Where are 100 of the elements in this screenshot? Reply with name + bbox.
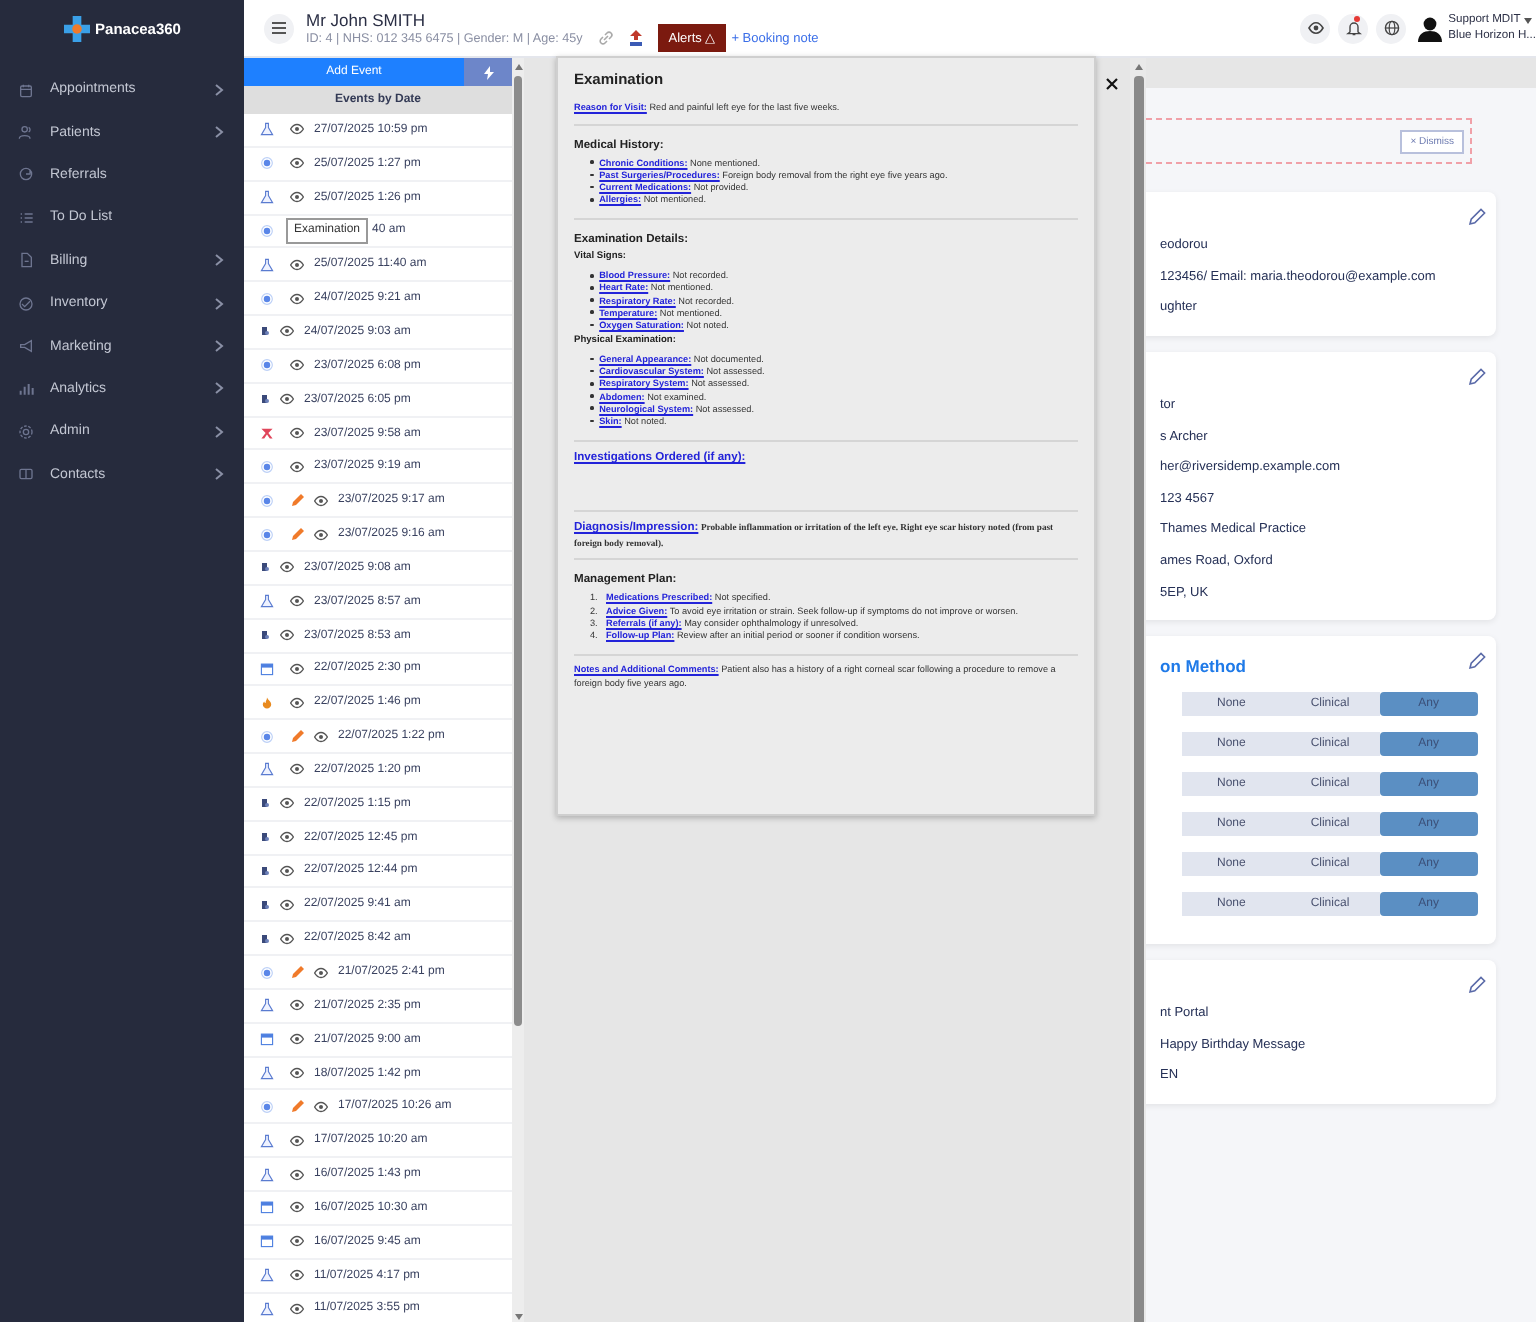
flask-icon bbox=[260, 1133, 274, 1148]
lightning-icon[interactable] bbox=[483, 65, 493, 79]
eye-icon[interactable] bbox=[314, 527, 328, 542]
eye-icon[interactable] bbox=[280, 796, 294, 811]
eye-icon[interactable] bbox=[290, 1200, 304, 1215]
pencil-icon[interactable] bbox=[1468, 367, 1486, 386]
eye-icon[interactable] bbox=[290, 594, 304, 609]
eye-icon[interactable] bbox=[290, 1032, 304, 1047]
chevron-icon bbox=[214, 254, 224, 267]
document-icon bbox=[260, 796, 270, 811]
eye-icon[interactable] bbox=[290, 156, 304, 171]
chevron-icon bbox=[214, 297, 224, 310]
pencil-icon[interactable] bbox=[1468, 975, 1486, 994]
language-button[interactable] bbox=[1376, 13, 1407, 43]
caret-icon[interactable] bbox=[1524, 17, 1533, 23]
menu-item-icon bbox=[18, 380, 34, 397]
scroll-down-icon[interactable] bbox=[513, 1312, 523, 1322]
calendar-icon bbox=[260, 1032, 274, 1047]
eye-icon[interactable] bbox=[290, 190, 304, 205]
menu-item-icon bbox=[18, 252, 34, 269]
chevron-icon bbox=[214, 340, 224, 353]
pencil-icon[interactable] bbox=[290, 1099, 304, 1114]
flask-icon bbox=[260, 594, 274, 609]
eye-icon[interactable] bbox=[290, 1167, 304, 1182]
eye-icon[interactable] bbox=[290, 122, 304, 137]
eye-icon[interactable] bbox=[290, 291, 304, 306]
eye-icon[interactable] bbox=[290, 695, 304, 710]
scrollbar[interactable] bbox=[1130, 58, 1146, 1322]
flask-icon bbox=[260, 762, 274, 777]
eye-dot-icon bbox=[260, 965, 274, 980]
flask-icon bbox=[260, 1268, 274, 1283]
quick-action-button[interactable] bbox=[464, 58, 512, 86]
eye-icon[interactable] bbox=[290, 1066, 304, 1081]
eye-icon[interactable] bbox=[290, 1301, 304, 1316]
menu-item-icon bbox=[18, 466, 34, 483]
eye-icon[interactable] bbox=[290, 426, 304, 441]
menu-item-icon bbox=[18, 124, 34, 141]
notifications-button[interactable] bbox=[1338, 13, 1369, 43]
document-icon bbox=[260, 863, 270, 878]
flask-icon bbox=[260, 1066, 274, 1081]
eye-icon[interactable] bbox=[280, 931, 294, 946]
menu-button[interactable] bbox=[264, 13, 294, 43]
eye-icon[interactable] bbox=[290, 1268, 304, 1283]
upload-icon[interactable] bbox=[628, 30, 645, 46]
flask-icon bbox=[260, 257, 274, 272]
close-button[interactable] bbox=[1102, 74, 1120, 92]
eye-icon[interactable] bbox=[1307, 20, 1324, 36]
flask-icon bbox=[260, 122, 274, 137]
pencil-icon[interactable] bbox=[290, 527, 304, 542]
scroll-up-icon[interactable] bbox=[513, 62, 523, 72]
eye-icon[interactable] bbox=[290, 459, 304, 474]
document-icon bbox=[260, 897, 270, 912]
document-icon bbox=[260, 392, 270, 407]
eye-icon[interactable] bbox=[280, 392, 294, 407]
chevron-icon bbox=[214, 425, 224, 438]
pencil-icon[interactable] bbox=[290, 965, 304, 980]
eye-icon[interactable] bbox=[280, 830, 294, 845]
eye-icon[interactable] bbox=[314, 729, 328, 744]
pencil-icon[interactable] bbox=[290, 493, 304, 508]
eye-icon[interactable] bbox=[290, 661, 304, 676]
menu-item-icon bbox=[18, 166, 34, 183]
eye-icon[interactable] bbox=[290, 1133, 304, 1148]
eye-icon[interactable] bbox=[290, 358, 304, 373]
pencil-icon[interactable] bbox=[1468, 208, 1486, 226]
eye-icon[interactable] bbox=[290, 257, 304, 272]
eye-icon[interactable] bbox=[314, 493, 328, 508]
flask-icon bbox=[260, 190, 274, 205]
document-icon bbox=[260, 560, 270, 575]
document-icon bbox=[260, 830, 270, 845]
eye-icon[interactable] bbox=[314, 965, 328, 980]
logo-icon bbox=[63, 15, 90, 41]
view-button[interactable] bbox=[1300, 13, 1331, 43]
calendar-icon bbox=[260, 1200, 274, 1215]
calendar-icon bbox=[260, 661, 274, 676]
globe-icon[interactable] bbox=[1383, 20, 1400, 36]
document-icon bbox=[260, 324, 270, 339]
eye-dot-icon bbox=[260, 1099, 274, 1114]
eye-icon[interactable] bbox=[280, 897, 294, 912]
card-title: on Method bbox=[1160, 655, 1248, 676]
chevron-icon bbox=[214, 468, 224, 481]
menu-item-icon bbox=[18, 423, 34, 440]
scrollbar[interactable] bbox=[512, 58, 524, 1322]
chevron-icon bbox=[214, 126, 224, 139]
pencil-icon[interactable] bbox=[1468, 651, 1486, 670]
avatar-icon[interactable] bbox=[1418, 15, 1443, 41]
menu-icon[interactable] bbox=[272, 22, 286, 34]
eye-icon[interactable] bbox=[280, 628, 294, 643]
eye-icon[interactable] bbox=[280, 324, 294, 339]
eye-icon[interactable] bbox=[314, 1099, 328, 1114]
eye-icon[interactable] bbox=[290, 762, 304, 777]
flame-icon bbox=[260, 695, 274, 710]
eye-icon[interactable] bbox=[290, 1234, 304, 1249]
pencil-icon[interactable] bbox=[290, 729, 304, 744]
bell-icon[interactable] bbox=[1345, 20, 1362, 36]
eye-icon[interactable] bbox=[280, 560, 294, 575]
eye-icon[interactable] bbox=[280, 863, 294, 878]
scroll-up-icon[interactable] bbox=[1133, 62, 1143, 72]
eye-dot-icon bbox=[260, 223, 274, 238]
eye-dot-icon bbox=[260, 291, 274, 306]
eye-icon[interactable] bbox=[290, 998, 304, 1013]
